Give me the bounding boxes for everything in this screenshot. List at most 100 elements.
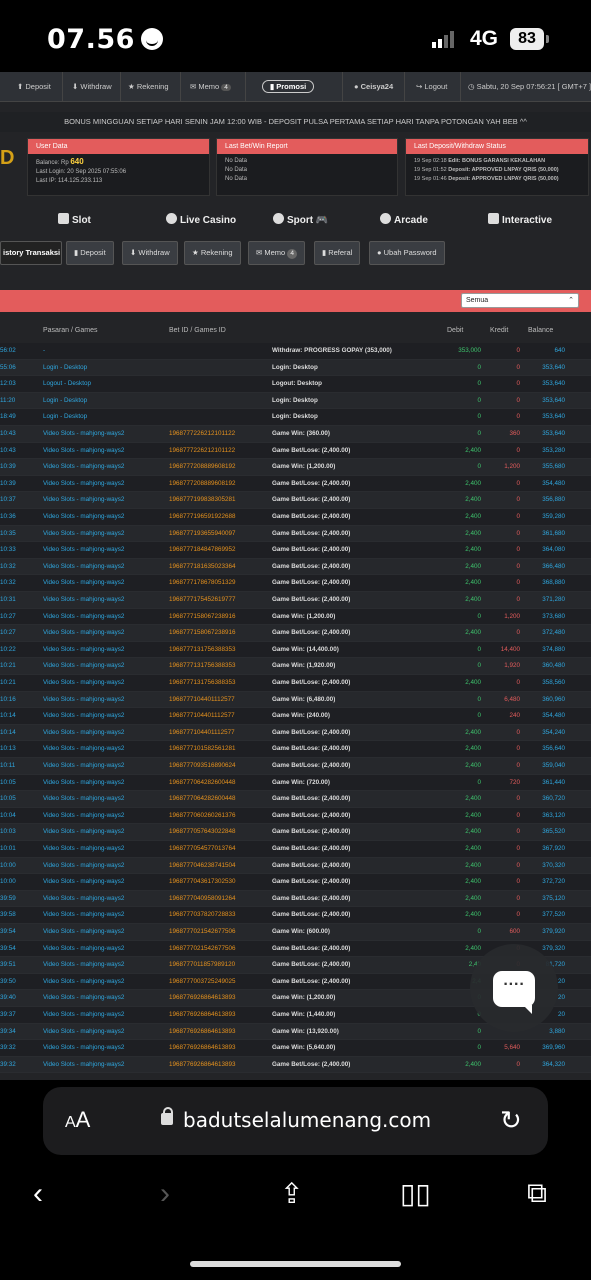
row-bet-id[interactable]: 1968776926864613893: [169, 990, 236, 1007]
row-game[interactable]: Video Slots - mahjong-ways2: [43, 858, 124, 875]
row-game[interactable]: Video Slots - mahjong-ways2: [43, 974, 124, 991]
row-game[interactable]: Video Slots - mahjong-ways2: [43, 791, 124, 808]
row-game[interactable]: Video Slots - mahjong-ways2: [43, 957, 124, 974]
row-game[interactable]: Video Slots - mahjong-ways2: [43, 1040, 124, 1057]
row-game[interactable]: Video Slots - mahjong-ways2: [43, 891, 124, 908]
promosi-button[interactable]: ▮ Promosi: [262, 80, 315, 93]
row-game[interactable]: -: [43, 343, 45, 360]
row-bet-id[interactable]: 1968777175452619777: [169, 592, 236, 609]
tab-history[interactable]: istory Transaksi: [0, 241, 62, 265]
row-bet-id[interactable]: 1968777101582561281: [169, 741, 236, 758]
row-game[interactable]: Video Slots - mahjong-ways2: [43, 824, 124, 841]
row-game[interactable]: Video Slots - mahjong-ways2: [43, 542, 124, 559]
row-game[interactable]: Video Slots - mahjong-ways2: [43, 692, 124, 709]
row-game[interactable]: Logout - Desktop: [43, 376, 91, 393]
tab-withdraw[interactable]: ⬇ Withdraw: [122, 241, 178, 265]
row-bet-id[interactable]: 1968777208889608192: [169, 459, 236, 476]
row-bet-id[interactable]: 1968777057643022848: [169, 824, 236, 841]
row-game[interactable]: Login - Desktop: [43, 409, 87, 426]
nav-memo[interactable]: ✉ Memo 4: [190, 82, 231, 91]
row-bet-id[interactable]: 1968777060260261376: [169, 808, 236, 825]
back-icon[interactable]: ‹: [33, 1177, 43, 1211]
row-bet-id[interactable]: 1968777208889608192: [169, 476, 236, 493]
row-game[interactable]: Video Slots - mahjong-ways2: [43, 741, 124, 758]
row-game[interactable]: Login - Desktop: [43, 360, 87, 377]
row-game[interactable]: Video Slots - mahjong-ways2: [43, 575, 124, 592]
row-bet-id[interactable]: 1968777046238741504: [169, 858, 236, 875]
row-game[interactable]: Video Slots - mahjong-ways2: [43, 509, 124, 526]
row-game[interactable]: Video Slots - mahjong-ways2: [43, 758, 124, 775]
row-bet-id[interactable]: 1968777131756388353: [169, 658, 236, 675]
row-game[interactable]: Video Slots - mahjong-ways2: [43, 941, 124, 958]
row-bet-id[interactable]: 1968777199838305281: [169, 492, 236, 509]
row-bet-id[interactable]: 1968777040958091264: [169, 891, 236, 908]
row-bet-id[interactable]: 1968776926864613893: [169, 1024, 236, 1041]
row-bet-id[interactable]: 1968777021542677506: [169, 924, 236, 941]
row-bet-id[interactable]: 1968777021542677506: [169, 941, 236, 958]
tab-rekening[interactable]: ★ Rekening: [184, 241, 241, 265]
row-bet-id[interactable]: 1968776926864613893: [169, 1007, 236, 1024]
row-bet-id[interactable]: 1968777054577013764: [169, 841, 236, 858]
row-game[interactable]: Video Slots - mahjong-ways2: [43, 658, 124, 675]
row-game[interactable]: Video Slots - mahjong-ways2: [43, 426, 124, 443]
row-game[interactable]: Video Slots - mahjong-ways2: [43, 492, 124, 509]
live-chat-button[interactable]: ····: [470, 944, 558, 1032]
share-icon[interactable]: ⇪: [280, 1177, 303, 1210]
row-bet-id[interactable]: 1968777158067238916: [169, 625, 236, 642]
nav-withdraw[interactable]: ⬇ Withdraw: [72, 82, 112, 91]
row-game[interactable]: Video Slots - mahjong-ways2: [43, 874, 124, 891]
row-game[interactable]: Video Slots - mahjong-ways2: [43, 625, 124, 642]
row-game[interactable]: Video Slots - mahjong-ways2: [43, 592, 124, 609]
row-game[interactable]: Video Slots - mahjong-ways2: [43, 808, 124, 825]
nav-rekening[interactable]: ★ Rekening: [128, 82, 169, 91]
row-bet-id[interactable]: 1968777178678051329: [169, 575, 236, 592]
row-bet-id[interactable]: 1968777104401112577: [169, 692, 235, 709]
row-game[interactable]: Video Slots - mahjong-ways2: [43, 526, 124, 543]
row-bet-id[interactable]: 1968777131756388353: [169, 642, 236, 659]
row-game[interactable]: Video Slots - mahjong-ways2: [43, 990, 124, 1007]
row-bet-id[interactable]: 1968777093516890624: [169, 758, 236, 775]
forward-icon[interactable]: ›: [160, 1177, 170, 1211]
row-bet-id[interactable]: 1968777158067238916: [169, 609, 236, 626]
row-bet-id[interactable]: 1968776926864613893: [169, 1057, 236, 1073]
row-game[interactable]: Video Slots - mahjong-ways2: [43, 459, 124, 476]
row-bet-id[interactable]: 1968777043617302530: [169, 874, 236, 891]
nav-user[interactable]: ● Ceisya24: [354, 82, 393, 91]
bookmarks-icon[interactable]: ▯▯: [400, 1177, 431, 1210]
tab-referal[interactable]: ▮ Referal: [314, 241, 361, 265]
row-game[interactable]: Video Slots - mahjong-ways2: [43, 1007, 124, 1024]
row-bet-id[interactable]: 1968777064282600448: [169, 775, 236, 792]
row-bet-id[interactable]: 1968777037820728833: [169, 907, 236, 924]
tabs-icon[interactable]: ⧉: [527, 1177, 547, 1210]
reader-aa-button[interactable]: AA: [65, 1107, 90, 1133]
nav-logout[interactable]: ↪ Logout: [416, 82, 447, 91]
category-arcade[interactable]: Arcade: [380, 213, 428, 226]
row-bet-id[interactable]: 1968777196591922688: [169, 509, 236, 526]
row-bet-id[interactable]: 1968777104401112577: [169, 708, 235, 725]
tab-memo[interactable]: ✉ Memo 4: [248, 241, 305, 265]
category-live-casino[interactable]: Live Casino: [166, 213, 236, 226]
row-game[interactable]: Video Slots - mahjong-ways2: [43, 924, 124, 941]
row-bet-id[interactable]: 1968777104401112577: [169, 725, 235, 742]
row-bet-id[interactable]: 1968777193655940097: [169, 526, 236, 543]
row-bet-id[interactable]: 1968777003725249025: [169, 974, 236, 991]
address-bar[interactable]: AA badutselalumenang.com ↻: [43, 1087, 548, 1155]
row-game[interactable]: Video Slots - mahjong-ways2: [43, 1024, 124, 1041]
row-game[interactable]: Video Slots - mahjong-ways2: [43, 708, 124, 725]
row-game[interactable]: Video Slots - mahjong-ways2: [43, 642, 124, 659]
category-sport[interactable]: Sport 🎮: [273, 213, 328, 226]
row-bet-id[interactable]: 1968777226212101122: [169, 426, 235, 443]
row-game[interactable]: Video Slots - mahjong-ways2: [43, 675, 124, 692]
tab-password[interactable]: ● Ubah Password: [369, 241, 445, 265]
row-game[interactable]: Video Slots - mahjong-ways2: [43, 559, 124, 576]
reload-icon[interactable]: ↻: [500, 1105, 522, 1136]
category-slot[interactable]: Slot: [58, 213, 91, 226]
nav-deposit[interactable]: ⬆ Deposit: [17, 82, 51, 91]
row-bet-id[interactable]: 1968777131756388353: [169, 675, 236, 692]
row-game[interactable]: Video Slots - mahjong-ways2: [43, 609, 124, 626]
row-bet-id[interactable]: 1968777011857989120: [169, 957, 235, 974]
category-interactive[interactable]: Interactive: [488, 213, 552, 226]
row-bet-id[interactable]: 1968777226212101122: [169, 443, 235, 460]
row-game[interactable]: Video Slots - mahjong-ways2: [43, 775, 124, 792]
row-game[interactable]: Video Slots - mahjong-ways2: [43, 443, 124, 460]
